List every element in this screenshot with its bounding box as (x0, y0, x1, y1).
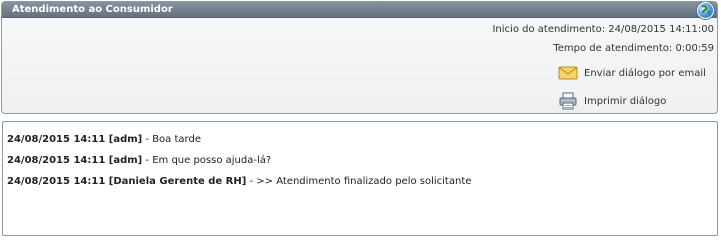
duration-value: 0:00:59 (675, 43, 714, 54)
email-dialog-button[interactable]: Enviar diálogo por email (558, 63, 706, 83)
message-header: 24/08/2015 14:11 [Daniela Gerente de RH] (7, 176, 247, 187)
duration-label: Tempo de atendimento: (553, 43, 673, 54)
panel-title: Atendimento ao Consumidor (2, 2, 717, 18)
print-dialog-label: Imprimir diálogo (584, 95, 667, 107)
duration-row: Tempo de atendimento: 0:00:59 (553, 43, 714, 54)
print-dialog-button[interactable]: Imprimir diálogo (558, 91, 666, 111)
message-text: - >> Atendimento finalizado pelo solicit… (246, 176, 472, 187)
consumer-service-panel: Atendimento ao Consumidor Inicio do aten… (1, 1, 718, 114)
chat-message: 24/08/2015 14:11 [adm] - Em que posso aj… (7, 155, 271, 166)
printer-icon (558, 92, 578, 110)
email-dialog-label: Enviar diálogo por email (584, 67, 706, 79)
message-header: 24/08/2015 14:11 [adm] (7, 155, 143, 166)
start-time-row: Inicio do atendimento: 24/08/2015 14:11:… (492, 24, 714, 35)
message-text: - Em que posso ajuda-lá? (142, 155, 272, 166)
start-time-label: Inicio do atendimento: (492, 24, 606, 35)
chat-message: 24/08/2015 14:11 [adm] - Boa tarde (7, 134, 201, 145)
envelope-icon (558, 64, 578, 82)
start-time-value: 24/08/2015 14:11:00 (608, 24, 714, 35)
chat-message: 24/08/2015 14:11 [Daniela Gerente de RH]… (7, 176, 471, 187)
globe-icon[interactable] (697, 2, 714, 19)
chat-log[interactable]: 24/08/2015 14:11 [adm] - Boa tarde 24/08… (2, 121, 718, 236)
message-text: - Boa tarde (142, 134, 201, 145)
message-header: 24/08/2015 14:11 [adm] (7, 134, 143, 145)
